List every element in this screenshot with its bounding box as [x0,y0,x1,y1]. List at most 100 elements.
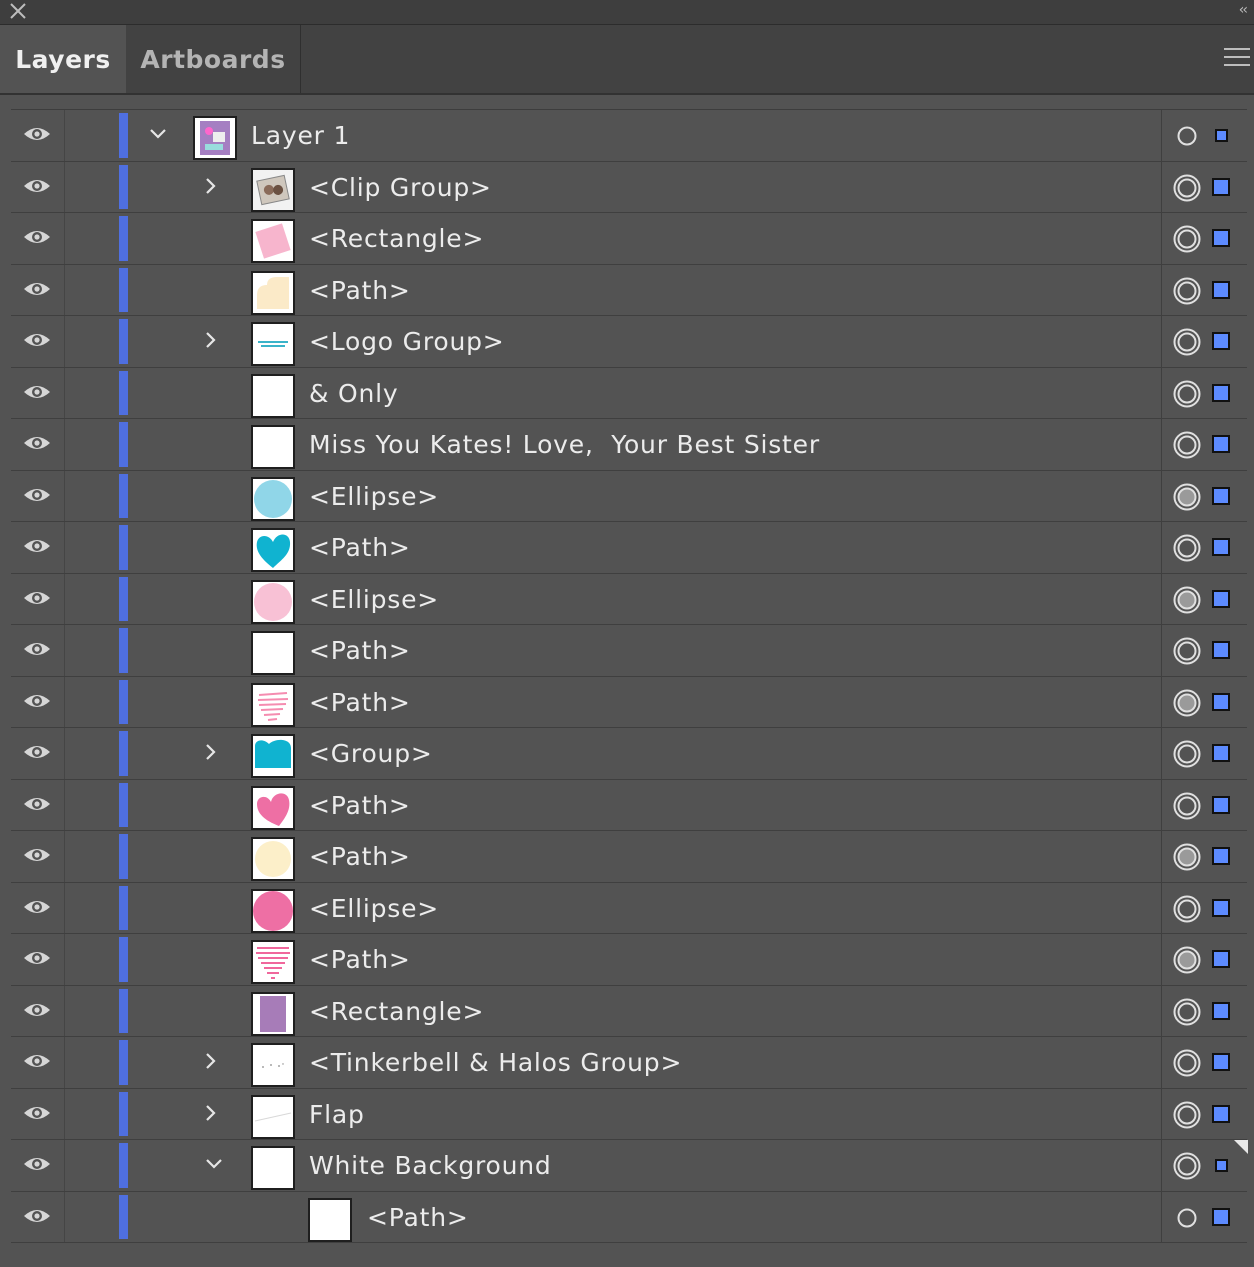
layer-name[interactable]: Layer 1 [251,110,350,162]
sublayer-row[interactable]: <Tinkerbell & Halos Group> [11,1037,1247,1089]
sublayer-row[interactable]: <Path> [11,831,1247,883]
chevron-right-icon[interactable] [201,1051,219,1071]
lock-toggle[interactable] [65,986,119,1037]
selection-indicator[interactable] [1212,332,1230,350]
layer-name[interactable]: <Path> [309,780,411,832]
chevron-right-icon[interactable] [201,1103,219,1123]
sublayer-row[interactable]: <Path> [11,934,1247,986]
lock-toggle[interactable] [65,368,119,419]
visibility-toggle[interactable] [11,831,65,882]
visibility-eye-icon[interactable] [23,177,51,195]
visibility-toggle[interactable] [11,1140,65,1191]
sublayer-row[interactable]: <Path> [11,779,1247,832]
layer-name[interactable]: White Background [309,1140,552,1192]
sublayer-row[interactable]: <Clip Group> [11,161,1247,213]
layer-name[interactable]: <Path> [309,934,411,986]
layer-name[interactable]: <Path> [309,522,411,574]
visibility-toggle[interactable] [11,728,65,779]
sublayer-row[interactable]: <Rectangle> [11,213,1247,265]
layer-name[interactable]: <Ellipse> [309,574,439,626]
appearance-target-icon[interactable] [1173,586,1201,614]
appearance-target-icon[interactable] [1173,1152,1201,1180]
sublayer-row[interactable]: <Path> [11,264,1247,316]
appearance-target-icon[interactable] [1173,277,1201,305]
visibility-toggle[interactable] [11,419,65,470]
lock-toggle[interactable] [65,162,119,213]
selection-indicator[interactable] [1212,898,1230,917]
lock-toggle[interactable] [65,522,119,573]
sublayer-row[interactable]: <Ellipse> [11,882,1247,935]
chevron-right-icon[interactable] [201,742,219,762]
lock-toggle[interactable] [65,780,119,831]
selection-indicator[interactable] [1212,950,1230,968]
selection-indicator[interactable] [1212,280,1230,299]
visibility-toggle[interactable] [11,882,65,933]
selection-indicator[interactable] [1212,847,1230,865]
visibility-eye-icon[interactable] [23,331,51,349]
selection-indicator[interactable] [1212,744,1230,762]
layer-name[interactable]: <Path> [309,677,411,729]
visibility-eye-icon[interactable] [23,1207,51,1225]
appearance-target-icon[interactable] [1173,1049,1201,1077]
close-icon[interactable] [8,1,28,21]
visibility-toggle[interactable] [11,316,65,367]
lock-toggle[interactable] [65,213,119,264]
visibility-eye-icon[interactable] [23,743,51,761]
sublayer-row[interactable]: <Ellipse> [11,470,1247,522]
visibility-eye-icon[interactable] [23,949,51,967]
selection-indicator[interactable] [1215,1159,1228,1172]
panel-menu-icon[interactable] [1224,48,1250,68]
visibility-eye-icon[interactable] [23,537,51,555]
visibility-eye-icon[interactable] [23,589,51,607]
visibility-toggle[interactable] [11,625,65,676]
selection-indicator[interactable] [1212,692,1230,711]
lock-toggle[interactable] [65,677,119,728]
chevron-right-icon[interactable] [201,176,219,196]
visibility-toggle[interactable] [11,264,65,315]
layer-name[interactable]: Flap [309,1089,365,1141]
layer-name[interactable]: <Path> [367,1192,469,1244]
layer-name[interactable]: <Group> [309,728,433,780]
selection-indicator[interactable] [1212,589,1230,608]
visibility-eye-icon[interactable] [23,486,51,504]
layer-name[interactable]: <Path> [309,831,411,883]
visibility-toggle[interactable] [11,676,65,727]
selection-indicator[interactable] [1212,1001,1230,1020]
sublayer-row[interactable]: <Path> [11,676,1247,729]
lock-toggle[interactable] [65,419,119,470]
visibility-toggle[interactable] [11,522,65,573]
layer-name[interactable]: <Ellipse> [309,883,439,935]
chevron-down-icon[interactable] [205,1154,223,1174]
visibility-eye-icon[interactable] [23,795,51,813]
appearance-target-icon[interactable] [1173,946,1201,974]
visibility-eye-icon[interactable] [23,434,51,452]
lock-toggle[interactable] [65,883,119,934]
sublayer-row[interactable]: Flap [11,1088,1247,1141]
appearance-target-icon[interactable] [1173,998,1201,1026]
layer-name[interactable]: <Path> [309,625,411,677]
visibility-eye-icon[interactable] [23,280,51,298]
visibility-eye-icon[interactable] [23,1104,51,1122]
lock-toggle[interactable] [65,934,119,985]
lock-toggle[interactable] [65,574,119,625]
layer-name[interactable]: <Logo Group> [309,316,505,368]
selection-indicator[interactable] [1212,177,1230,196]
visibility-eye-icon[interactable] [23,898,51,916]
selection-indicator[interactable] [1215,129,1228,142]
selection-indicator[interactable] [1212,1104,1230,1123]
selection-indicator[interactable] [1212,1207,1230,1226]
lock-toggle[interactable] [65,1089,119,1140]
visibility-toggle[interactable] [11,985,65,1036]
visibility-eye-icon[interactable] [23,640,51,658]
layer-name[interactable]: & Only [309,368,399,420]
lock-toggle[interactable] [65,110,119,161]
lock-toggle[interactable] [65,316,119,367]
sublayer-row[interactable]: Miss You Kates! Love, Your Best Sister [11,419,1247,471]
selection-indicator[interactable] [1212,229,1230,247]
visibility-eye-icon[interactable] [23,1155,51,1173]
visibility-toggle[interactable] [11,1037,65,1088]
appearance-target-icon[interactable] [1173,689,1201,717]
appearance-target-icon[interactable] [1173,740,1201,768]
appearance-target-icon[interactable] [1173,1101,1201,1129]
lock-toggle[interactable] [65,1140,119,1191]
